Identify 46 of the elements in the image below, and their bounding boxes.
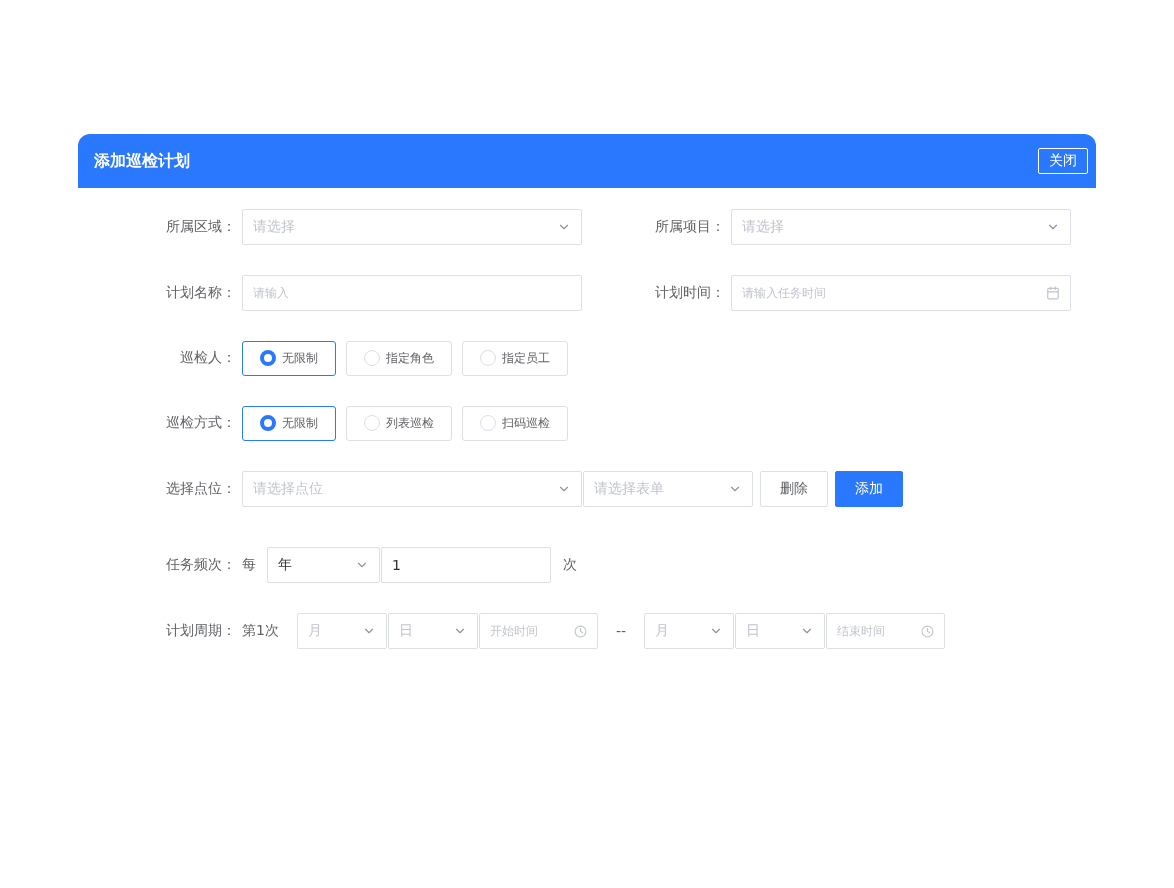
- radio-circle-icon: [260, 415, 276, 431]
- clock-icon: [573, 624, 587, 638]
- close-button[interactable]: 关闭: [1038, 148, 1088, 174]
- radio-option[interactable]: 列表巡检: [346, 405, 452, 441]
- index-text: 第1次: [242, 622, 279, 640]
- input-field[interactable]: 请输入: [242, 275, 582, 311]
- clock-icon: [921, 624, 935, 638]
- select-field[interactable]: 日: [735, 613, 826, 649]
- date-field[interactable]: 请输入任务时间: [731, 275, 1071, 311]
- select-field[interactable]: 年: [267, 547, 380, 583]
- select-field[interactable]: 日: [387, 613, 478, 649]
- delete-button[interactable]: 删除: [760, 471, 828, 507]
- dialog-title: 添加巡检计划: [94, 150, 190, 172]
- add-button[interactable]: 添加: [835, 471, 903, 507]
- field-label: 所属区域：: [165, 218, 237, 236]
- radio-option[interactable]: 无限制: [242, 405, 336, 441]
- select-field[interactable]: 请选择表单: [583, 471, 753, 507]
- field-label: 任务频次：: [165, 556, 237, 574]
- input-field[interactable]: 1: [381, 547, 551, 583]
- time-field[interactable]: 结束时间: [826, 613, 946, 649]
- select-field[interactable]: 月: [296, 613, 387, 649]
- radio-circle-icon: [364, 415, 380, 431]
- select-field[interactable]: 月: [644, 613, 735, 649]
- every-text: 每: [242, 556, 256, 574]
- radio-circle-icon: [364, 350, 380, 366]
- field-label: 巡检人：: [179, 349, 237, 367]
- radio-circle-icon: [480, 415, 496, 431]
- radio-option[interactable]: 无限制: [242, 340, 336, 376]
- radio-circle-icon: [480, 350, 496, 366]
- select-field[interactable]: 请选择: [731, 209, 1071, 245]
- radio-option[interactable]: 扫码巡检: [462, 405, 568, 441]
- radio-option[interactable]: 指定角色: [346, 340, 452, 376]
- field-label: 所属项目：: [654, 218, 726, 236]
- radio-option[interactable]: 指定员工: [462, 340, 568, 376]
- radio-circle-icon: [260, 350, 276, 366]
- calendar-icon: [1046, 286, 1060, 300]
- time-field[interactable]: 开始时间: [478, 613, 598, 649]
- field-label: 巡检方式：: [165, 414, 237, 432]
- select-field[interactable]: 请选择: [242, 209, 582, 245]
- times-text: 次: [563, 556, 577, 574]
- field-label: 计划时间：: [654, 284, 726, 302]
- field-label: 计划周期：: [165, 622, 237, 640]
- range-separator: --: [615, 623, 627, 639]
- select-field[interactable]: 请选择点位: [242, 471, 582, 507]
- field-label: 选择点位：: [165, 480, 237, 498]
- field-label: 计划名称：: [165, 284, 237, 302]
